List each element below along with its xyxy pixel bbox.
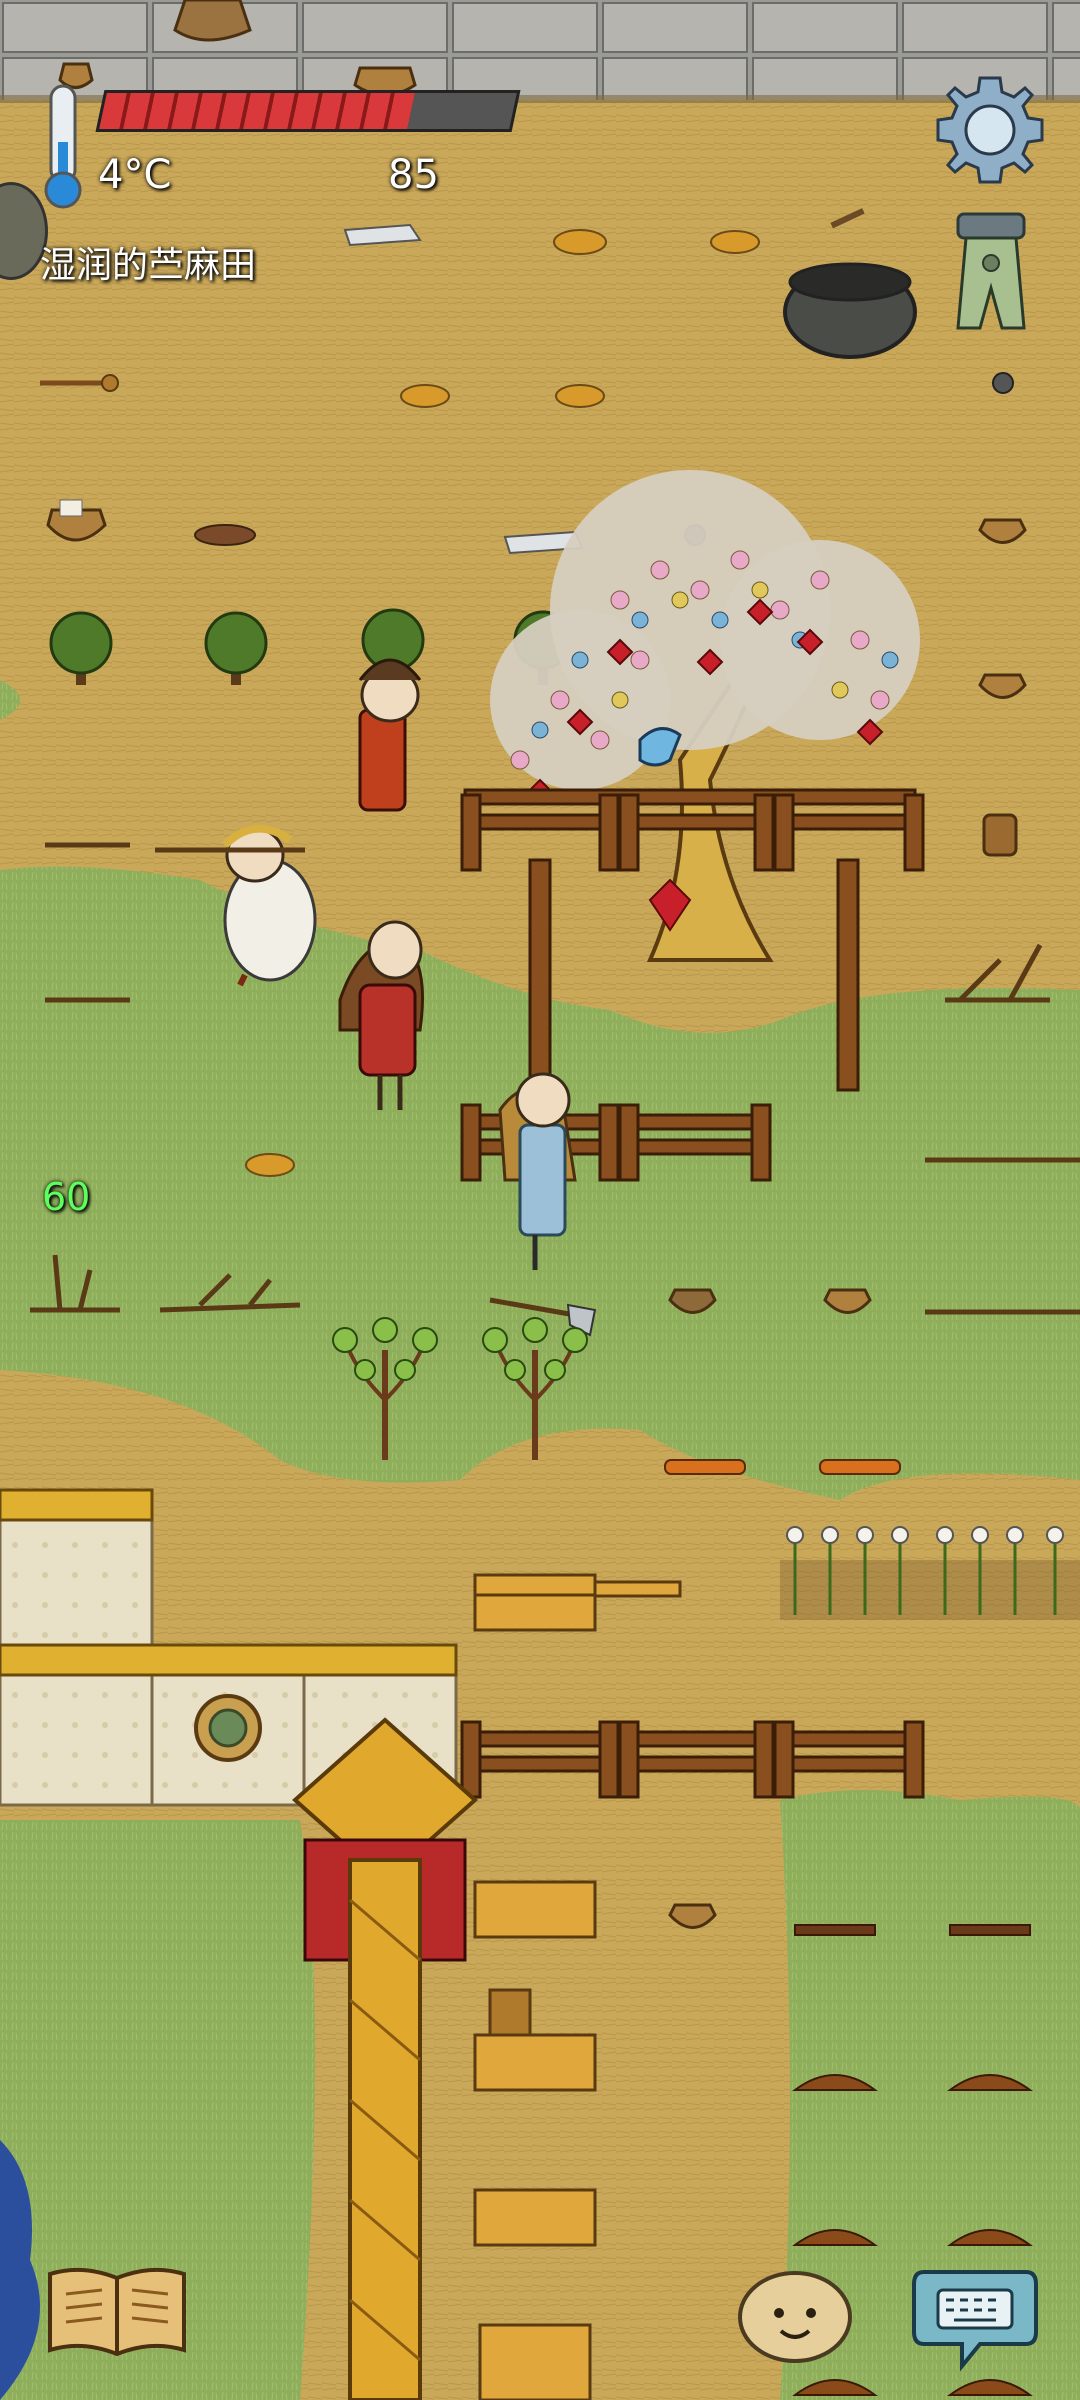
game-world[interactable] — [0, 0, 1080, 2400]
emote-face-icon[interactable] — [735, 2265, 855, 2365]
temperature-readout: 4°C — [98, 152, 172, 198]
health-bar-fill — [99, 93, 415, 129]
book-icon[interactable] — [42, 2260, 192, 2360]
health-bar — [95, 90, 521, 132]
stone-wall — [0, 0, 1080, 103]
side-number: 60 — [42, 1175, 91, 1219]
thermometer-icon — [40, 82, 86, 212]
gear-icon[interactable] — [930, 70, 1050, 190]
food-count: 85 — [388, 152, 439, 198]
scale-icon[interactable] — [948, 208, 1034, 338]
keyboard-icon[interactable] — [910, 2262, 1040, 2372]
location-name: 湿润的苎麻田 — [40, 245, 257, 286]
